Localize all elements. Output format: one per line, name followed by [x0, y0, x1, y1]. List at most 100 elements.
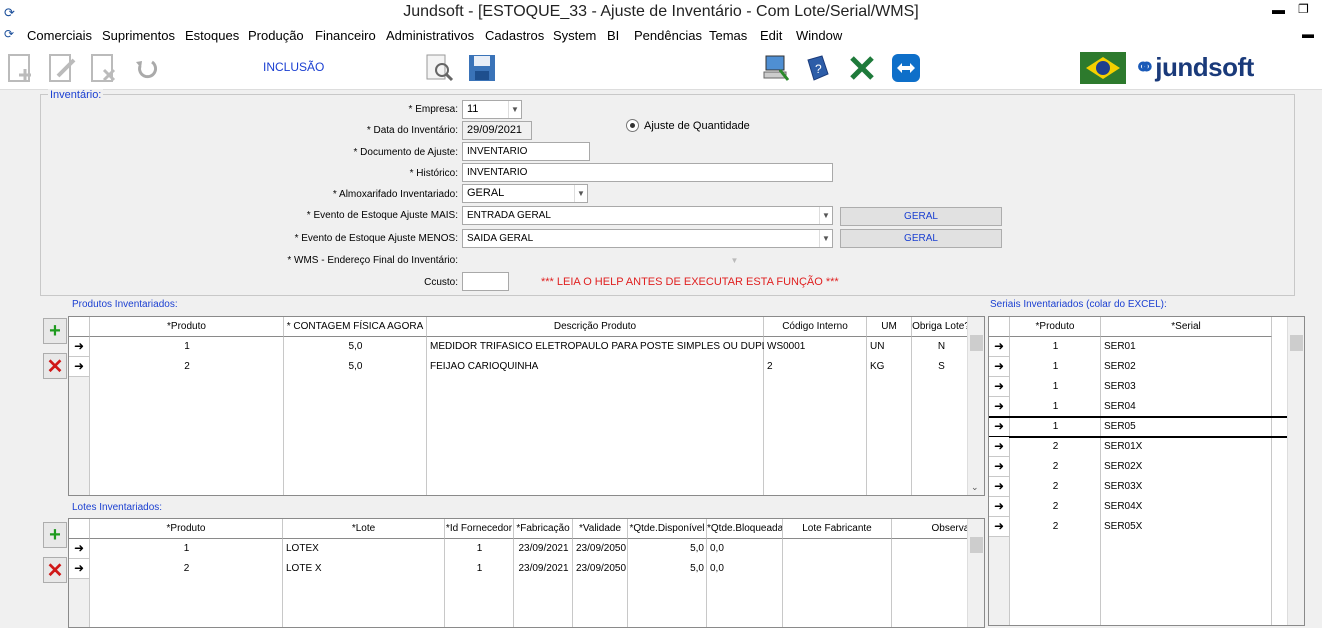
col-header-codigo[interactable]: Código Interno	[764, 317, 867, 337]
col-header-lote-fabricante[interactable]: Lote Fabricante	[783, 519, 892, 539]
cell-obriga-lote[interactable]: S	[912, 357, 971, 377]
scroll-thumb[interactable]	[1290, 335, 1303, 351]
cell-um[interactable]: UN	[867, 337, 912, 357]
cell-produto[interactable]: 2	[90, 559, 283, 579]
col-header-descricao[interactable]: Descrição Produto	[427, 317, 764, 337]
row-arrow-icon[interactable]: ➜	[989, 477, 1009, 497]
help-book-icon[interactable]: ?	[802, 52, 834, 84]
cell-validade[interactable]: 23/09/2050	[573, 539, 628, 559]
wms-select[interactable]: ▼	[462, 251, 742, 270]
cell-produto[interactable]: 1	[1010, 397, 1101, 417]
menu-suprimentos[interactable]: Suprimentos	[102, 28, 175, 43]
add-lote-button[interactable]: +	[43, 522, 67, 548]
new-record-icon[interactable]	[5, 52, 37, 84]
menu-comerciais[interactable]: Comerciais	[27, 28, 92, 43]
menu-system[interactable]: System	[553, 28, 596, 43]
cell-lote-fabricante[interactable]	[783, 539, 892, 559]
network-icon[interactable]	[760, 52, 792, 84]
evento-mais-select[interactable]: ENTRADA GERAL ▼	[462, 206, 833, 225]
cell-serial[interactable]: SER01	[1101, 337, 1272, 357]
row-arrow-icon[interactable]: ➜	[989, 437, 1009, 457]
cell-serial[interactable]: SER02	[1101, 357, 1272, 377]
cell-codigo[interactable]: WS0001	[764, 337, 867, 357]
menu-cadastros[interactable]: Cadastros	[485, 28, 544, 43]
historico-field[interactable]: INVENTARIO	[462, 163, 833, 182]
cell-qtde-bloqueada[interactable]: 0,0	[707, 539, 783, 559]
cell-produto[interactable]: 2	[90, 357, 284, 377]
cell-fornecedor[interactable]: 1	[445, 539, 514, 559]
ajuste-quantidade-radio[interactable]	[626, 119, 639, 132]
cell-validade[interactable]: 23/09/2050	[573, 559, 628, 579]
cell-produto[interactable]: 1	[1010, 357, 1101, 377]
cell-codigo[interactable]: 2	[764, 357, 867, 377]
col-header-contagem[interactable]: * CONTAGEM FÍSICA AGORA	[284, 317, 427, 337]
col-header-lote[interactable]: *Lote	[283, 519, 445, 539]
restore-button[interactable]: ❐	[1298, 2, 1309, 16]
menu-pendencias[interactable]: Pendências	[634, 28, 702, 43]
cell-produto[interactable]: 1	[1010, 337, 1101, 357]
cell-produto[interactable]: 1	[90, 539, 283, 559]
evento-menos-button[interactable]: GERAL	[840, 229, 1002, 248]
cell-serial[interactable]: SER01X	[1101, 437, 1272, 457]
almox-select[interactable]: GERAL ▼	[462, 184, 588, 203]
documento-field[interactable]: INVENTARIO	[462, 142, 590, 161]
menu-producao[interactable]: Produção	[248, 28, 304, 43]
cell-serial[interactable]: SER02X	[1101, 457, 1272, 477]
row-arrow-icon[interactable]: ➜	[989, 497, 1009, 517]
add-produto-button[interactable]: +	[43, 318, 67, 344]
mdi-minimize-button[interactable]: ▬	[1302, 27, 1314, 41]
cell-produto[interactable]: 2	[1010, 517, 1101, 537]
vertical-scrollbar[interactable]: ⌄	[967, 317, 984, 495]
col-header-fabricacao[interactable]: *Fabricação	[514, 519, 573, 539]
col-header-serial[interactable]: *Serial	[1101, 317, 1272, 337]
cell-produto[interactable]: 2	[1010, 457, 1101, 477]
cell-serial[interactable]: SER04X	[1101, 497, 1272, 517]
row-arrow-icon[interactable]: ➜	[69, 337, 89, 357]
evento-mais-button[interactable]: GERAL	[840, 207, 1002, 226]
col-header-produto[interactable]: *Produto	[90, 317, 284, 337]
cell-qtde-disponivel[interactable]: 5,0	[628, 559, 707, 579]
col-header-um[interactable]: UM	[867, 317, 912, 337]
vertical-scrollbar[interactable]	[1287, 317, 1304, 625]
menu-bi[interactable]: BI	[607, 28, 619, 43]
preview-icon[interactable]	[424, 52, 456, 84]
remove-lote-button[interactable]: ✕	[43, 557, 67, 583]
seriais-grid[interactable]: *Produto *Serial ➜ 1 SER01 ➜ 1 SER02 ➜ 1 SER03 ➜ 1…	[988, 316, 1305, 626]
undo-icon[interactable]	[130, 52, 162, 84]
minimize-button[interactable]: ▬	[1272, 2, 1285, 17]
vertical-scrollbar[interactable]	[967, 519, 984, 627]
scroll-thumb[interactable]	[970, 537, 983, 553]
cell-lote[interactable]: LOTE X	[283, 559, 445, 579]
cell-descricao[interactable]: FEIJAO CARIOQUINHA	[427, 357, 764, 377]
cell-produto[interactable]: 1	[1010, 377, 1101, 397]
row-arrow-icon[interactable]: ➜	[69, 357, 89, 377]
cell-obriga-lote[interactable]: N	[912, 337, 971, 357]
menu-window[interactable]: Window	[796, 28, 842, 43]
data-inventario-field[interactable]: 29/09/2021	[462, 121, 532, 140]
cell-qtde-disponivel[interactable]: 5,0	[628, 539, 707, 559]
cell-serial[interactable]: SER04	[1101, 397, 1272, 417]
scroll-thumb[interactable]	[970, 335, 983, 351]
cell-contagem[interactable]: 5,0	[284, 357, 427, 377]
menu-edit[interactable]: Edit	[760, 28, 782, 43]
menu-administrativos[interactable]: Administrativos	[386, 28, 474, 43]
cell-lote[interactable]: LOTEX	[283, 539, 445, 559]
cell-fabricacao[interactable]: 23/09/2021	[514, 539, 573, 559]
cell-fornecedor[interactable]: 1	[445, 559, 514, 579]
row-arrow-icon[interactable]: ➜	[989, 397, 1009, 417]
menu-temas[interactable]: Temas	[709, 28, 747, 43]
save-icon[interactable]	[466, 52, 498, 84]
menu-estoques[interactable]: Estoques	[185, 28, 239, 43]
cell-contagem[interactable]: 5,0	[284, 337, 427, 357]
excel-icon[interactable]	[846, 52, 878, 84]
evento-menos-select[interactable]: SAIDA GERAL ▼	[462, 229, 833, 248]
menu-financeiro[interactable]: Financeiro	[315, 28, 376, 43]
row-arrow-icon[interactable]: ➜	[989, 517, 1009, 537]
col-header-qtde-disponivel[interactable]: *Qtde.Disponível	[628, 519, 707, 539]
ccusto-field[interactable]	[462, 272, 509, 291]
lotes-grid[interactable]: *Produto *Lote *Id Fornecedor *Fabricaçã…	[68, 518, 985, 628]
delete-record-icon[interactable]	[88, 52, 120, 84]
remove-produto-button[interactable]: ✕	[43, 353, 67, 379]
cell-produto[interactable]: 2	[1010, 477, 1101, 497]
col-header-qtde-bloqueada[interactable]: *Qtde.Bloqueada	[707, 519, 783, 539]
